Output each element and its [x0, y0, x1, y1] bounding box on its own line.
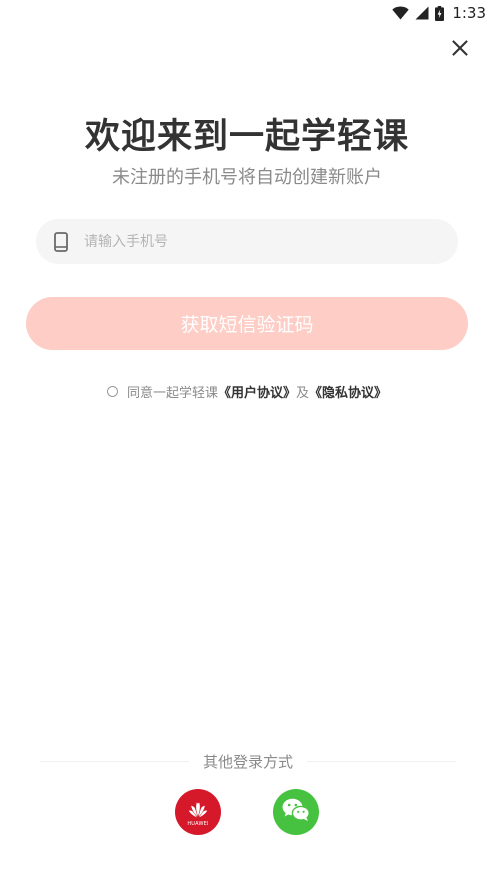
wechat-icon: [281, 797, 311, 827]
huawei-login-button[interactable]: HUAWEI: [175, 789, 221, 835]
page-subtitle: 未注册的手机号将自动创建新账户: [112, 167, 382, 188]
phone-input[interactable]: [82, 220, 426, 263]
divider-right: [307, 760, 457, 762]
close-button[interactable]: [448, 38, 472, 62]
huawei-icon: HUAWEI: [175, 789, 221, 835]
wechat-login-button[interactable]: [273, 789, 319, 835]
privacy-agreement-link[interactable]: 《隐私协议》: [309, 382, 387, 401]
signal-icon: [415, 6, 429, 20]
agreement-conjunction: 及: [296, 386, 310, 401]
other-login-label: 其他登录方式: [203, 752, 294, 771]
agree-radio[interactable]: [106, 386, 118, 397]
close-icon: [452, 40, 468, 60]
battery-charging-icon: [435, 5, 445, 21]
get-sms-code-button[interactable]: 获取短信验证码: [26, 297, 468, 350]
status-bar: 1:33: [0, 0, 494, 26]
divider-left: [40, 760, 189, 762]
huawei-wordmark: HUAWEI: [187, 821, 209, 827]
phone-icon: [54, 231, 68, 252]
user-agreement-link[interactable]: 《用户协议》: [218, 382, 296, 401]
wifi-icon: [392, 6, 410, 20]
phone-field[interactable]: [36, 219, 458, 264]
status-time: 1:33: [452, 4, 486, 22]
status-icons: 1:33: [392, 3, 486, 23]
agreement-prefix: 同意一起学轻课: [126, 386, 218, 401]
page-title: 欢迎来到一起学轻课: [84, 117, 409, 157]
other-login-divider: 其他登录方式: [40, 750, 457, 772]
agreement-row: 同意一起学轻课 《用户协议》 及 《隐私协议》: [0, 382, 494, 401]
